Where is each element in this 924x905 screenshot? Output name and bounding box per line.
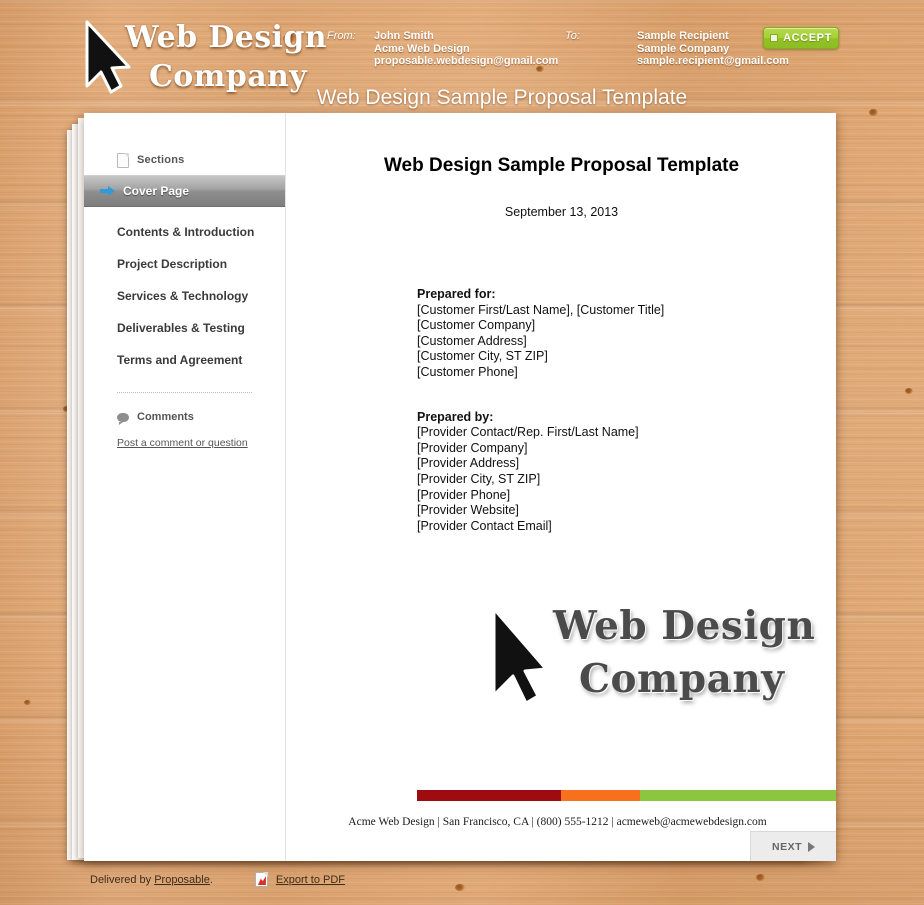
brand-line-1: Web Design	[125, 20, 327, 55]
post-comment-link[interactable]: Post a comment or question	[117, 437, 285, 449]
proposal-page: Sections Cover Page Contents & Introduct…	[84, 113, 836, 861]
sidebar: Sections Cover Page Contents & Introduct…	[84, 113, 286, 861]
sidebar-item-label: Cover Page	[123, 184, 190, 198]
sidebar-item-services-technology[interactable]: Services & Technology	[84, 280, 285, 312]
sections-nav: Cover Page Contents & Introduction Proje…	[84, 175, 285, 376]
arrow-right-icon	[100, 185, 115, 197]
document-date: September 13, 2013	[504, 205, 619, 219]
delivered-by-text: Delivered by Proposable.	[90, 874, 213, 886]
from-block: From: John Smith Acme Web Design proposa…	[327, 30, 558, 68]
triangle-right-icon	[808, 841, 815, 852]
to-block: To: Sample Recipient Sample Company samp…	[565, 30, 789, 68]
from-email: proposable.webdesign@gmail.com	[374, 55, 559, 67]
sidebar-item-label: Terms and Agreement	[117, 353, 243, 367]
pdf-file-icon[interactable]	[254, 872, 268, 887]
accept-button[interactable]: ACCEPT	[763, 27, 839, 49]
prepared-by-line: [Provider Address]	[417, 456, 520, 471]
comments-label: Comments	[137, 411, 194, 423]
delivered-by-suffix: .	[209, 873, 213, 886]
from-name: John Smith	[374, 30, 434, 42]
document-logo: Web Design Company	[287, 600, 836, 718]
prepared-for-line: [Customer Address]	[417, 333, 527, 348]
prepared-by-line: [Provider Company]	[417, 440, 528, 455]
sections-label: Sections	[137, 154, 185, 166]
sidebar-item-label: Services & Technology	[117, 289, 249, 303]
prepared-for-line: [Customer City, ST ZIP]	[417, 349, 548, 364]
document-logo-line-2: Company	[579, 656, 785, 703]
brand-color-bar	[417, 790, 836, 802]
delivered-by-prefix: Delivered by	[90, 873, 155, 886]
sidebar-item-project-description[interactable]: Project Description	[84, 248, 285, 280]
wood-knot	[905, 388, 913, 394]
sidebar-item-label: Contents & Introduction	[117, 225, 255, 239]
comments-header: Comments	[84, 393, 285, 425]
from-company: Acme Web Design	[374, 42, 470, 55]
prepared-by-block: Prepared by: [Provider Contact/Rep. Firs…	[417, 410, 836, 535]
sidebar-item-terms-agreement[interactable]: Terms and Agreement	[84, 344, 285, 376]
next-button-label: NEXT	[771, 840, 802, 853]
color-bar-segment-orange	[560, 790, 640, 802]
proposable-link[interactable]: Proposable	[154, 874, 210, 886]
prepared-by-line: [Provider City, ST ZIP]	[417, 471, 541, 486]
page-icon	[117, 152, 129, 168]
document-footer: Acme Web Design | San Francisco, CA | (8…	[348, 816, 767, 829]
comment-bubble-icon	[117, 412, 129, 425]
bottom-bar: Delivered by Proposable. Export to PDF	[90, 872, 345, 887]
accept-button-label: ACCEPT	[783, 32, 832, 44]
document-content: Web Design Sample Proposal Template Sept…	[287, 113, 836, 861]
prepared-for-line: [Customer Phone]	[417, 364, 518, 379]
checkbox-square-icon	[770, 34, 779, 42]
prepared-by-heading: Prepared by:	[417, 409, 494, 424]
prepared-by-line: [Provider Contact/Rep. First/Last Name]	[417, 425, 639, 440]
sections-header: Sections	[84, 113, 285, 175]
app-header: Web Design Company From: John Smith Acme…	[0, 0, 924, 120]
export-to-pdf-link[interactable]: Export to PDF	[276, 874, 345, 886]
document-logo-text: Web Design Company	[553, 600, 815, 706]
proposal-title-banner: Web Design Sample Proposal Template	[316, 86, 688, 109]
document-title: Web Design Sample Proposal Template	[383, 155, 740, 176]
sidebar-item-label: Deliverables & Testing	[117, 321, 245, 335]
wood-knot	[24, 700, 31, 705]
cursor-arrow-icon	[492, 607, 548, 705]
prepared-for-block: Prepared for: [Customer First/Last Name]…	[417, 287, 836, 381]
color-bar-segment-green	[639, 790, 836, 802]
from-label: From:	[327, 30, 356, 42]
sidebar-item-label: Project Description	[117, 257, 228, 271]
sidebar-item-deliverables-testing[interactable]: Deliverables & Testing	[84, 312, 285, 344]
prepared-for-line: [Customer First/Last Name], [Customer Ti…	[417, 302, 665, 317]
document-logo-line-1: Web Design	[553, 603, 816, 650]
sidebar-item-cover-page[interactable]: Cover Page	[84, 175, 285, 207]
next-button[interactable]: NEXT	[750, 831, 836, 861]
prepared-by-line: [Provider Phone]	[417, 487, 511, 502]
sidebar-item-contents-introduction[interactable]: Contents & Introduction	[84, 216, 285, 248]
wood-knot	[756, 874, 765, 881]
color-bar-segment-red	[417, 790, 561, 802]
prepared-for-heading: Prepared for:	[417, 287, 496, 301]
prepared-for-line: [Customer Company]	[417, 318, 536, 333]
to-label: To:	[565, 30, 580, 42]
prepared-by-line: [Provider Contact Email]	[417, 518, 552, 533]
prepared-by-line: [Provider Website]	[417, 503, 519, 518]
wood-knot	[455, 884, 465, 891]
to-email: sample.recipient@gmail.com	[637, 55, 789, 67]
